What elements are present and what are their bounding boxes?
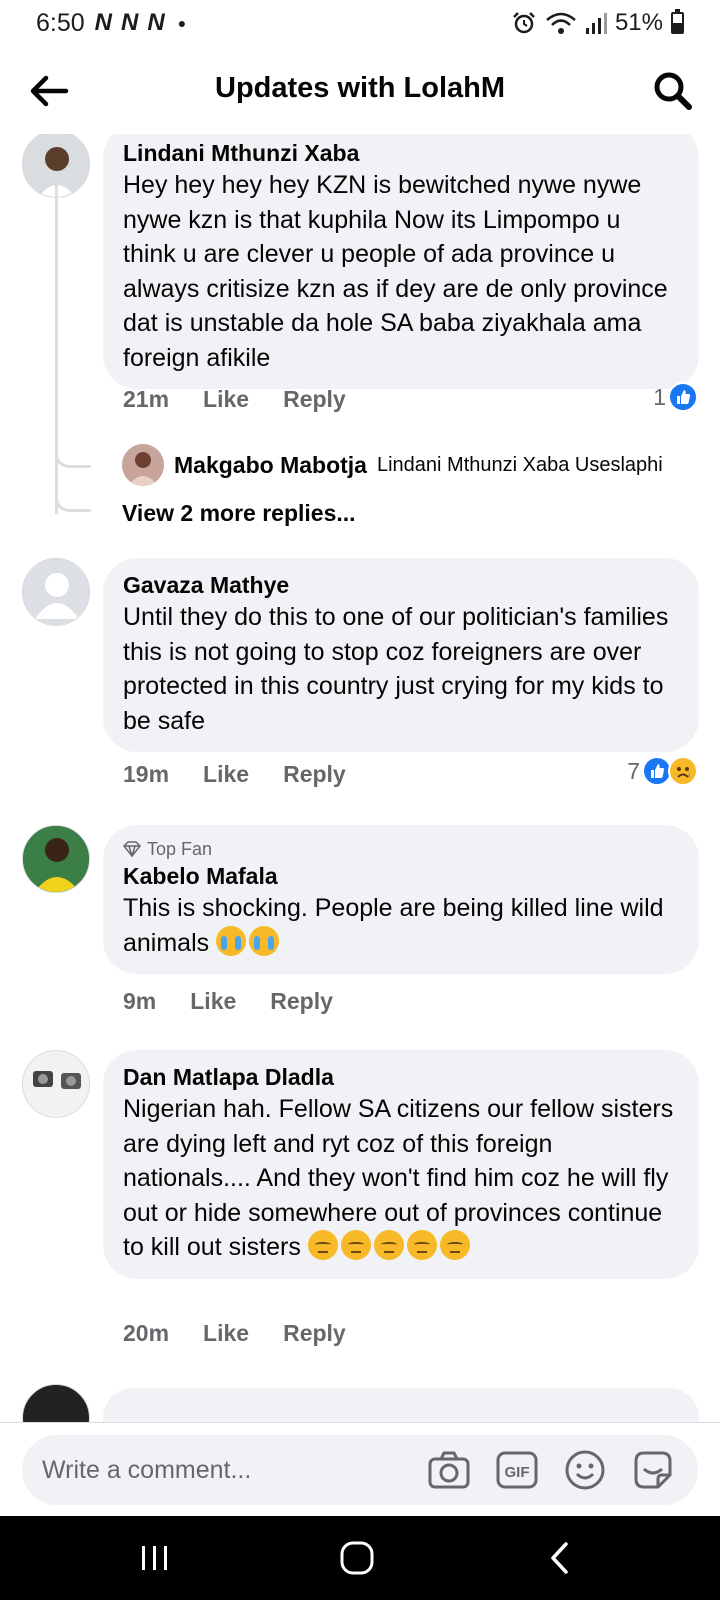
comment-author[interactable]: Dan Matlapa Dladla [123, 1062, 679, 1092]
crying-emoji-icon [216, 925, 247, 956]
comment-composer[interactable]: Write a comment... GIF [22, 1435, 698, 1505]
view-more-replies-link[interactable]: View 2 more replies... [122, 500, 356, 527]
signal-icon [585, 13, 607, 34]
notification-icon: N [94, 9, 112, 36]
emoji-icon[interactable] [562, 1447, 608, 1493]
reply-snippet: Lindani Mthunzi Xaba Useslaphi [376, 453, 663, 476]
page-title: Updates with LolahM [215, 72, 505, 104]
thread-branch [55, 488, 91, 512]
comment-actions: 20m Like Reply [123, 1320, 346, 1347]
gif-label: GIF [505, 1464, 530, 1481]
pensive-emoji-icon [307, 1230, 338, 1260]
reaction-summary[interactable]: 7 [627, 756, 698, 786]
pensive-emoji-icon [439, 1230, 470, 1260]
gif-icon[interactable]: GIF [494, 1447, 540, 1493]
comment-bubble[interactable]: Lindani Mthunzi Xaba Hey hey hey hey KZN… [103, 134, 699, 389]
like-button[interactable]: Like [190, 988, 236, 1015]
top-fan-badge: Top Fan [123, 837, 679, 861]
page-header: Updates with LolahM [0, 46, 720, 134]
wifi-icon [546, 12, 576, 34]
like-button[interactable]: Like [203, 386, 249, 413]
battery-icon [671, 9, 684, 34]
reply-button[interactable]: Reply [283, 386, 346, 413]
diamond-icon [123, 841, 141, 857]
comment-actions: 21m Like Reply [123, 386, 346, 413]
comment-time[interactable]: 21m [123, 386, 169, 413]
like-reaction-icon [668, 382, 698, 412]
comment-text: This is shocking. People are being kille… [123, 891, 679, 960]
comment-time[interactable]: 20m [123, 1320, 169, 1347]
reaction-count: 7 [627, 757, 640, 784]
comment-text: Hey hey hey hey KZN is bewitched nywe ny… [123, 171, 668, 372]
avatar[interactable] [22, 1050, 90, 1118]
avatar[interactable] [22, 1384, 90, 1422]
system-navigation-bar [0, 1516, 720, 1600]
comments-feed[interactable]: Lindani Mthunzi Xaba Hey hey hey hey KZN… [0, 134, 720, 1422]
reply-author[interactable]: Makgabo Mabotja [174, 452, 367, 479]
like-button[interactable]: Like [203, 761, 249, 788]
status-bar: 6:50 N N N ● 51% [0, 0, 720, 46]
crying-emoji-icon [249, 925, 280, 956]
reaction-summary[interactable]: 1 [653, 382, 698, 412]
reply-button[interactable]: Reply [283, 761, 346, 788]
pensive-emoji-icon [340, 1230, 371, 1260]
comment-actions: 9m Like Reply [123, 988, 333, 1015]
comment-author[interactable]: Gavaza Mathye [123, 570, 679, 600]
reaction-count: 1 [653, 383, 666, 410]
sticker-icon[interactable] [630, 1447, 676, 1493]
comment-input[interactable]: Write a comment... [42, 1456, 426, 1485]
home-icon[interactable] [337, 1538, 377, 1578]
pensive-emoji-icon [373, 1230, 404, 1260]
alarm-icon [513, 12, 535, 34]
reply-button[interactable]: Reply [283, 1320, 346, 1347]
status-time: 6:50 [36, 8, 85, 37]
thread-line [55, 184, 58, 514]
comment-text-content: This is shocking. People are being kille… [123, 894, 664, 957]
comment-time[interactable]: 19m [123, 761, 169, 788]
comment-text: Nigerian hah. Fellow SA citizens our fel… [123, 1092, 679, 1265]
reply-preview[interactable]: Makgabo Mabotja Lindani Mthunzi Xaba Use… [122, 444, 702, 486]
comment-bubble[interactable]: Gavaza Mathye Until they do this to one … [103, 558, 699, 752]
notification-icon: N [147, 9, 164, 36]
avatar[interactable] [22, 825, 90, 893]
search-icon[interactable] [650, 68, 696, 114]
comment-author[interactable]: Kabelo Mafala [123, 861, 679, 891]
comment-bubble[interactable] [103, 1388, 699, 1422]
thread-branch [55, 444, 91, 468]
back-icon[interactable] [540, 1538, 580, 1578]
badge-label: Top Fan [147, 839, 213, 859]
comment-composer-bar: Write a comment... GIF [0, 1422, 720, 1516]
reply-button[interactable]: Reply [270, 988, 333, 1015]
recent-apps-icon[interactable] [135, 1538, 175, 1578]
more-notifications-dot-icon: ● [177, 15, 187, 31]
pensive-emoji-icon [406, 1230, 437, 1260]
avatar[interactable] [22, 558, 90, 626]
comment-time[interactable]: 9m [123, 988, 156, 1015]
comment-bubble[interactable]: Top Fan Kabelo Mafala This is shocking. … [103, 825, 699, 974]
sad-reaction-icon [668, 756, 698, 786]
battery-percent: 51% [614, 9, 663, 36]
comment-bubble[interactable]: Dan Matlapa Dladla Nigerian hah. Fellow … [103, 1050, 699, 1279]
avatar[interactable] [122, 444, 164, 486]
camera-icon[interactable] [426, 1447, 472, 1493]
comment-text: Until they do this to one of our politic… [123, 603, 669, 735]
like-button[interactable]: Like [203, 1320, 249, 1347]
notification-icon: N [121, 9, 138, 36]
comment-author[interactable]: Lindani Mthunzi Xaba [123, 138, 679, 168]
comment-actions: 19m Like Reply [123, 761, 346, 788]
